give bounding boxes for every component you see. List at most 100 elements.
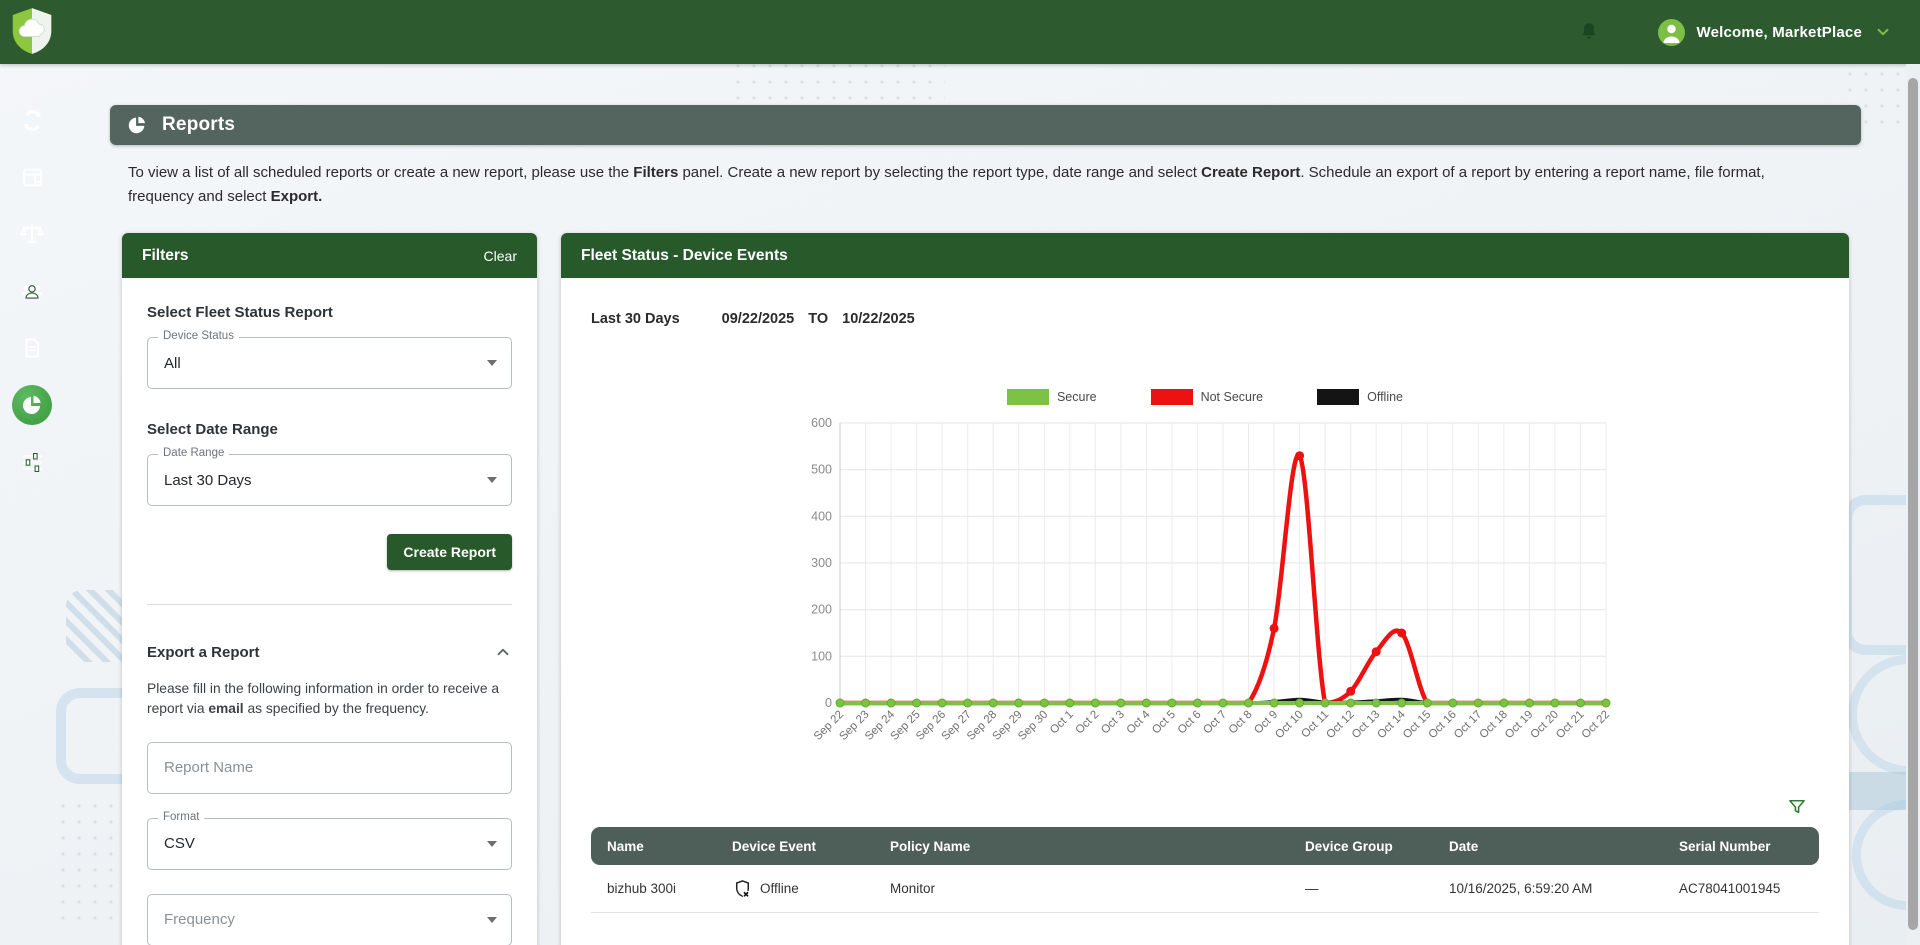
create-report-button[interactable]: Create Report [387, 534, 512, 570]
col-policy-name: Policy Name [890, 839, 1305, 854]
cell-device-group: — [1305, 881, 1449, 896]
svg-text:Oct 20: Oct 20 [1529, 709, 1561, 741]
svg-text:300: 300 [811, 556, 832, 570]
frequency-select[interactable]: Frequency [147, 894, 512, 945]
device-events-table: Name Device Event Policy Name Device Gro… [591, 827, 1819, 913]
sidebar-item-reports[interactable] [12, 385, 52, 425]
page-description: To view a list of all scheduled reports … [128, 161, 1830, 209]
date-range-heading: Select Date Range [147, 421, 512, 438]
fleet-status-panel: Fleet Status - Device Events Last 30 Day… [561, 233, 1849, 945]
funnel-icon [1787, 797, 1807, 817]
chevron-down-icon [487, 917, 497, 923]
scrollbar-thumb[interactable] [1908, 78, 1918, 930]
svg-text:Oct 8: Oct 8 [1227, 709, 1255, 737]
pie-chart-icon [20, 393, 44, 417]
shield-cloud-logo-icon [10, 6, 54, 56]
main-content: Reports To view a list of all scheduled … [64, 64, 1920, 945]
top-bar: Welcome, MarketPlace [0, 0, 1920, 64]
sidebar-item-sync[interactable] [12, 100, 52, 140]
format-select[interactable]: Format CSV [147, 818, 512, 870]
svg-text:Oct 18: Oct 18 [1478, 709, 1510, 741]
sidebar-item-devices[interactable] [12, 157, 52, 197]
format-label: Format [158, 811, 204, 823]
cell-date: 10/16/2025, 6:59:20 AM [1449, 881, 1679, 896]
range-to: TO [808, 311, 828, 327]
svg-text:Oct 17: Oct 17 [1452, 709, 1484, 741]
clear-filters-button[interactable]: Clear [484, 248, 517, 264]
report-name-input[interactable] [164, 743, 495, 793]
users-icon [19, 278, 45, 304]
svg-text:200: 200 [811, 603, 832, 617]
legend-item-not-secure[interactable]: Not Secure [1151, 389, 1264, 405]
shield-offline-icon [732, 878, 753, 900]
date-range-value: Last 30 Days [164, 472, 252, 489]
svg-text:Oct 13: Oct 13 [1350, 709, 1382, 741]
fleet-status-chart: 0100200300400500600Sep 22Sep 23Sep 24Sep… [790, 409, 1620, 809]
svg-text:Oct 15: Oct 15 [1401, 709, 1433, 741]
svg-text:0: 0 [825, 696, 832, 710]
bell-icon [1578, 20, 1600, 44]
svg-text:Oct 6: Oct 6 [1176, 709, 1204, 737]
table-filter-button[interactable] [1787, 797, 1807, 817]
date-range-summary: Last 30 Days 09/22/2025 TO 10/22/2025 [591, 311, 1849, 327]
svg-text:100: 100 [811, 649, 832, 663]
device-status-select[interactable]: Device Status All [147, 337, 512, 389]
svg-text:Oct 10: Oct 10 [1273, 709, 1305, 741]
svg-text:600: 600 [811, 416, 832, 430]
col-name: Name [607, 839, 732, 854]
sync-icon [20, 108, 45, 133]
svg-text:Oct 5: Oct 5 [1150, 709, 1178, 737]
chevron-down-icon [487, 360, 497, 366]
legend-swatch [1007, 389, 1049, 405]
cell-policy-name: Monitor [890, 881, 1305, 896]
person-icon [1658, 19, 1685, 46]
export-desc-bold-email: email [208, 701, 243, 716]
welcome-text: Welcome, MarketPlace [1697, 24, 1862, 41]
export-description: Please fill in the following information… [147, 679, 512, 720]
sidebar-item-settings[interactable] [12, 442, 52, 482]
date-range-select[interactable]: Date Range Last 30 Days [147, 454, 512, 506]
chevron-down-icon [487, 477, 497, 483]
device-status-value: All [164, 355, 181, 372]
sidebar-nav [12, 100, 52, 482]
col-device-group: Device Group [1305, 839, 1449, 854]
printer-icon [20, 165, 45, 190]
svg-text:Oct 12: Oct 12 [1324, 709, 1356, 741]
desc-text: To view a list of all scheduled reports … [128, 164, 633, 181]
user-menu[interactable]: Welcome, MarketPlace [1658, 19, 1892, 46]
fleet-status-header: Fleet Status - Device Events [561, 233, 1849, 278]
desc-text: panel. Create a new report by selecting … [678, 164, 1201, 181]
desc-bold-export: Export. [271, 188, 323, 205]
col-date: Date [1449, 839, 1679, 854]
table-row[interactable]: bizhub 300i Offline Monitor — 10/16/2025… [591, 865, 1819, 913]
page-title: Reports [162, 114, 235, 136]
chart-canvas: 0100200300400500600Sep 22Sep 23Sep 24Sep… [561, 409, 1849, 809]
svg-text:Oct 3: Oct 3 [1099, 709, 1127, 737]
filters-header: Filters Clear [122, 233, 537, 278]
export-desc-text: as specified by the frequency. [244, 701, 429, 716]
svg-text:Oct 7: Oct 7 [1201, 709, 1229, 737]
device-status-label: Device Status [158, 330, 239, 342]
fleet-status-heading: Select Fleet Status Report [147, 304, 512, 321]
range-start-date: 09/22/2025 [722, 311, 795, 327]
sidebar-item-users[interactable] [12, 271, 52, 311]
svg-text:Oct 16: Oct 16 [1426, 709, 1458, 741]
svg-text:Oct 2: Oct 2 [1074, 709, 1102, 737]
format-value: CSV [164, 835, 195, 852]
app-logo [10, 6, 54, 56]
svg-text:Oct 4: Oct 4 [1125, 708, 1153, 736]
sidebar-item-documents[interactable] [12, 328, 52, 368]
sidebar-item-compliance[interactable] [12, 214, 52, 254]
desc-bold-create-report: Create Report [1201, 164, 1300, 181]
notifications-button[interactable] [1578, 20, 1600, 44]
svg-text:Oct 19: Oct 19 [1503, 709, 1535, 741]
svg-text:Oct 1: Oct 1 [1048, 709, 1076, 737]
cell-name: bizhub 300i [607, 881, 732, 896]
collapse-export-button[interactable] [494, 643, 512, 661]
legend-item-offline[interactable]: Offline [1317, 389, 1403, 405]
legend-item-secure[interactable]: Secure [1007, 389, 1097, 405]
chevron-down-icon [487, 841, 497, 847]
chevron-down-icon [1874, 23, 1892, 41]
avatar [1658, 19, 1685, 46]
legend-swatch [1151, 389, 1193, 405]
